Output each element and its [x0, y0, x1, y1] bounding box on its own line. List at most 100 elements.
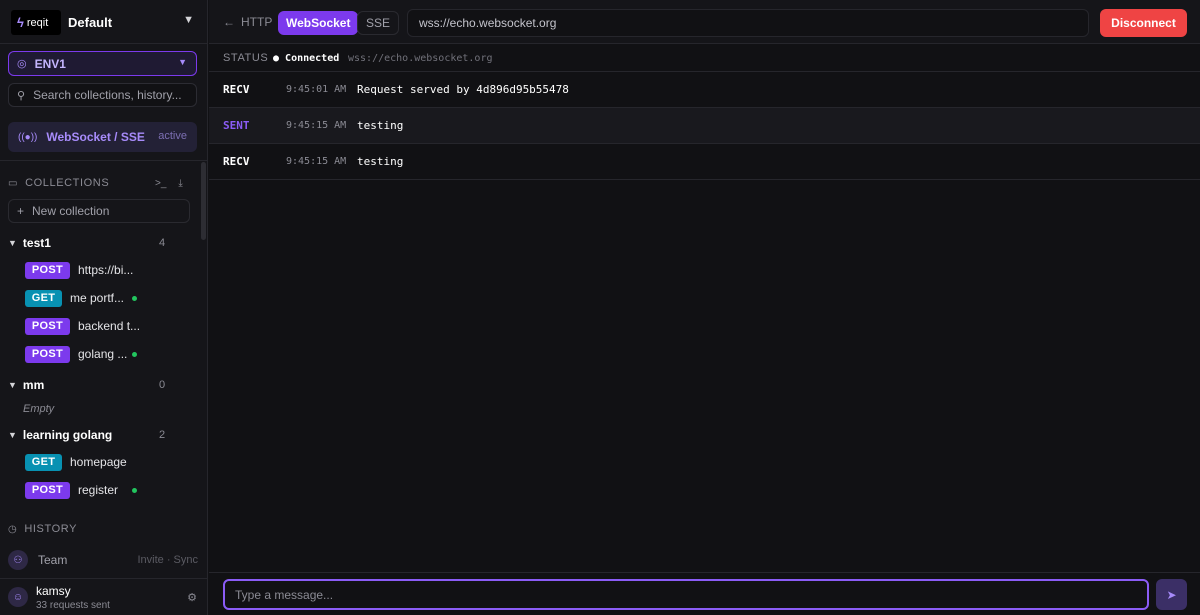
sidebar-scrollbar[interactable]	[201, 162, 206, 240]
search-icon: ⚲	[17, 89, 26, 102]
collection-count: 0	[159, 379, 166, 391]
status-bar: STATUS ● Connected wss://echo.websocket.…	[209, 45, 1200, 72]
collection-name: test1	[22, 236, 51, 250]
send-button[interactable]: ➤	[1156, 579, 1187, 610]
status-url: wss://echo.websocket.org	[348, 52, 493, 64]
main-panel: ← HTTP WebSocket SSE Disconnect STATUS ●…	[209, 0, 1200, 615]
requests-sent-count: 33 requests sent	[36, 600, 110, 611]
plus-icon: +	[17, 204, 25, 218]
collection-test1[interactable]: ▼ test1	[8, 236, 168, 250]
status-dot	[132, 488, 137, 493]
request-item[interactable]: POST golang ...	[25, 345, 127, 363]
collections-header: ▭ COLLECTIONS	[8, 177, 109, 189]
download-icon[interactable]: ⤓	[178, 178, 182, 189]
connection-status: ● Connected	[273, 52, 340, 64]
terminal-icon[interactable]: >_	[155, 178, 166, 189]
message-row: SENT 9:45:15 AM testing	[209, 108, 1200, 144]
connection-status-text: Connected	[285, 52, 340, 64]
search-input[interactable]	[33, 88, 184, 102]
back-label: HTTP	[241, 15, 273, 29]
method-badge: GET	[25, 289, 62, 307]
disconnect-button[interactable]: Disconnect	[1100, 9, 1187, 37]
request-item[interactable]: GET homepage	[25, 453, 127, 471]
send-icon: ➤	[1166, 587, 1177, 602]
avatar[interactable]: ☺	[8, 587, 28, 607]
request-name: register	[78, 483, 119, 497]
url-input[interactable]	[407, 9, 1089, 37]
status-dot	[132, 352, 137, 357]
collection-mm[interactable]: ▼ mm	[8, 378, 168, 392]
chevron-down-icon: ▼	[178, 57, 187, 67]
message-body: testing	[357, 155, 404, 168]
request-item[interactable]: POST register	[25, 481, 118, 499]
request-item[interactable]: POST backend t...	[25, 317, 140, 335]
topbar: ← HTTP WebSocket SSE Disconnect	[209, 0, 1200, 44]
team-row[interactable]: ⚇ Team Invite · Sync	[8, 550, 198, 570]
request-name: https://bi...	[78, 263, 134, 277]
broadcast-icon: ((●))	[18, 131, 38, 143]
method-badge: POST	[25, 345, 70, 363]
logo-text: reqit	[26, 16, 49, 29]
caret-down-icon: ▼	[8, 238, 17, 248]
message-time: 9:45:15 AM	[286, 120, 347, 131]
collection-count: 2	[159, 429, 166, 441]
bolt-icon: ϟ	[17, 15, 24, 30]
request-name: golang ...	[78, 347, 128, 361]
caret-down-icon: ▼	[8, 380, 17, 390]
caret-down-icon: ▼	[8, 430, 17, 440]
tab-sse[interactable]: SSE	[357, 11, 400, 35]
method-badge: POST	[25, 481, 70, 499]
method-badge: POST	[25, 261, 70, 279]
chevron-down-icon[interactable]: ▼	[183, 14, 194, 26]
history-label: HISTORY	[24, 523, 78, 535]
status-label: STATUS	[223, 52, 269, 64]
request-item[interactable]: GET me portf...	[25, 289, 124, 307]
arrow-left-icon: ←	[223, 15, 235, 29]
collection-count: 4	[159, 237, 166, 249]
invite-sync-link[interactable]: Invite · Sync	[137, 554, 198, 566]
divider	[0, 160, 208, 161]
message-direction: SENT	[223, 119, 250, 132]
sidebar-item-websocket-sse[interactable]: ((●)) WebSocket / SSE active	[8, 122, 197, 152]
message-time: 9:45:15 AM	[286, 156, 347, 167]
history-header[interactable]: ◷ HISTORY	[8, 523, 77, 535]
workspace-header[interactable]: ϟ reqit Default ▼	[0, 0, 208, 44]
environment-select[interactable]: ◎ ENV1 ▼	[8, 51, 197, 76]
collections-label: COLLECTIONS	[25, 177, 110, 189]
tab-websocket[interactable]: WebSocket	[278, 11, 359, 35]
empty-label: Empty	[23, 403, 55, 415]
gear-icon[interactable]: ⚙	[187, 591, 197, 604]
method-badge: GET	[25, 453, 62, 471]
collection-learning-golang[interactable]: ▼ learning golang	[8, 428, 168, 442]
request-item[interactable]: POST https://bi...	[25, 261, 133, 279]
collection-name: mm	[22, 378, 45, 392]
message-row: RECV 9:45:15 AM testing	[209, 144, 1200, 180]
message-direction: RECV	[223, 155, 250, 168]
message-row: RECV 9:45:01 AM Request served by 4d896d…	[209, 72, 1200, 108]
method-badge: POST	[25, 317, 70, 335]
app-logo: ϟ reqit	[11, 10, 61, 35]
collection-name: learning golang	[22, 428, 113, 442]
message-input[interactable]	[223, 579, 1149, 610]
sidebar: ϟ reqit Default ▼ ◎ ENV1 ▼ ⚲ ((●)) WebSo…	[0, 0, 208, 615]
clock-icon: ◷	[8, 523, 18, 535]
user-footer: ☺ kamsy 33 requests sent ⚙	[0, 578, 208, 615]
status-dot	[132, 296, 137, 301]
request-name: homepage	[70, 455, 127, 469]
back-to-http-link[interactable]: ← HTTP	[223, 15, 272, 29]
workspace-name: Default	[68, 15, 113, 30]
new-collection-label: New collection	[32, 204, 110, 218]
environment-label: ENV1	[34, 56, 66, 71]
message-direction: RECV	[223, 83, 250, 96]
collections-actions: >_ ⤓	[155, 178, 183, 189]
message-composer: ➤	[209, 572, 1200, 615]
new-collection-button[interactable]: + New collection	[8, 199, 190, 223]
team-label: Team	[38, 553, 68, 567]
message-body: Request served by 4d896d95b55478	[357, 83, 569, 96]
request-name: backend t...	[78, 319, 141, 333]
sidebar-item-label: WebSocket / SSE	[46, 130, 145, 144]
message-time: 9:45:01 AM	[286, 84, 347, 95]
users-icon: ⚇	[8, 550, 28, 570]
message-body: testing	[357, 119, 404, 132]
folder-icon: ▭	[8, 177, 19, 189]
